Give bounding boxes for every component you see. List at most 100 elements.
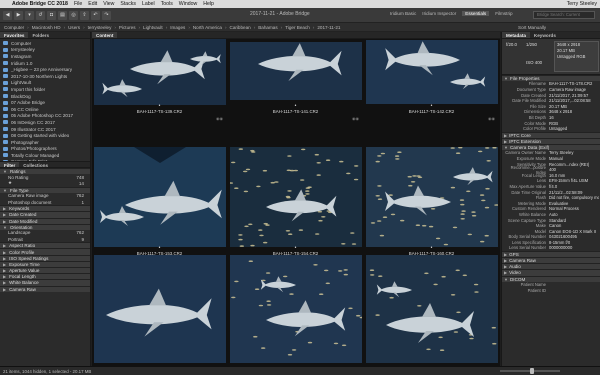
disclosure-triangle-icon[interactable]: ▶ <box>504 133 507 138</box>
workspace-iridium-inspector[interactable]: Iridium Inspector <box>422 11 456 16</box>
disclosure-triangle-icon[interactable]: ▶ <box>3 280 6 285</box>
breadcrumb-item[interactable]: Bahamas <box>258 25 277 30</box>
rotate-left-icon[interactable]: ↶ <box>91 10 100 20</box>
breadcrumb-item[interactable]: Images <box>170 25 185 30</box>
thumbnail-cell[interactable]: • BAH-1117-TS-139.CR2 ◉◉ <box>92 39 227 145</box>
metadata-value[interactable]: 21/11/2...02:58:09 <box>549 190 599 195</box>
favorite-item[interactable]: 2017-10-30 Northern Lights <box>0 73 90 80</box>
disclosure-triangle-icon[interactable]: ▶ <box>3 262 6 267</box>
thumbnail-cell[interactable] <box>228 255 363 363</box>
thumbnail-image[interactable] <box>230 42 362 100</box>
menu-file[interactable]: File <box>74 1 82 7</box>
thumbnail-cell[interactable] <box>364 255 499 363</box>
thumbnail-image[interactable] <box>366 255 498 363</box>
metadata-value[interactable]: Untagged <box>549 126 599 131</box>
menu-help[interactable]: Help <box>203 1 214 7</box>
tab-keywords[interactable]: Keywords <box>530 32 560 38</box>
breadcrumb-item[interactable]: 2017-11-21 <box>317 25 340 30</box>
disclosure-triangle-icon[interactable]: ▶ <box>504 258 507 263</box>
menu-tools[interactable]: Tools <box>161 1 173 7</box>
workspace-filmstrip[interactable]: Filmstrip <box>495 11 512 16</box>
metadata-value[interactable]: 0000000000 <box>549 245 599 250</box>
thumbnail-cell[interactable]: • BAH-1117-TS-142.CR2 ◉◉ <box>364 39 499 145</box>
tab-folders[interactable]: Folders <box>28 32 53 38</box>
metadata-value[interactable]: f/4.0 <box>549 184 599 189</box>
disclosure-triangle-icon[interactable]: ▶ <box>3 243 6 248</box>
favorite-item[interactable]: Instagram <box>0 53 90 60</box>
thumbnail-image[interactable] <box>366 40 498 104</box>
disclosure-triangle-icon[interactable]: ▼ <box>3 225 7 230</box>
favorite-item[interactable]: _Higbee -- 23 pre Anniversary <box>0 66 90 73</box>
disclosure-triangle-icon[interactable]: ▼ <box>504 277 508 282</box>
thumbnail-image[interactable] <box>230 255 362 363</box>
favorite-item[interactable]: 07 Adobe Bridge <box>0 99 90 106</box>
disclosure-triangle-icon[interactable]: ▼ <box>504 145 508 150</box>
favorite-item[interactable]: Iridium 1.0 <box>0 60 90 67</box>
menu-view[interactable]: View <box>103 1 114 7</box>
metadata-value[interactable]: Recomm...ndex (REI) <box>549 162 599 167</box>
breadcrumb-item[interactable]: Users <box>68 25 80 30</box>
tab-content[interactable]: Content <box>92 32 118 38</box>
menu-window[interactable]: Window <box>179 1 197 7</box>
thumbnail-size-knob[interactable] <box>530 368 534 374</box>
disclosure-triangle-icon[interactable]: ▼ <box>3 169 7 174</box>
tab-metadata[interactable]: Metadata <box>502 32 530 38</box>
disclosure-triangle-icon[interactable]: ▶ <box>3 206 6 211</box>
boomerang-icon[interactable]: ↺ <box>36 10 45 20</box>
breadcrumb-item[interactable]: Macintosh HD <box>32 25 61 30</box>
tab-filter[interactable]: Filter <box>0 162 20 168</box>
sort-dropdown[interactable]: Sort Manually <box>518 25 546 30</box>
favorite-item[interactable]: 05 Adobe Photoshop CC 2017 <box>0 113 90 120</box>
disclosure-triangle-icon[interactable]: ▶ <box>3 287 6 292</box>
metadata-value[interactable]: 20.17 MB <box>549 104 599 109</box>
search-input[interactable]: Bridge Search: Current <box>533 11 595 19</box>
thumbnail-badges-icon[interactable]: ◉◉ <box>488 116 495 121</box>
thumbnail-badges-icon[interactable]: ◉◉ <box>352 116 359 121</box>
metadata-value[interactable]: 400 <box>549 167 599 172</box>
metadata-value[interactable]: 21/11/2017,...02:08:58 <box>549 98 599 103</box>
thumbnail-image[interactable] <box>94 255 226 363</box>
thumbnail-cell[interactable]: •BAH-1117-TS-154.CR2◉◉ <box>228 147 363 263</box>
disclosure-triangle-icon[interactable]: ▶ <box>504 264 507 269</box>
favorite-item[interactable]: Photographer <box>0 139 90 146</box>
disclosure-triangle-icon[interactable]: ▼ <box>504 76 508 81</box>
thumbnail-image[interactable] <box>94 39 226 105</box>
favorite-item[interactable]: Computer <box>0 40 90 47</box>
rotate-right-icon[interactable]: ↷ <box>102 10 111 20</box>
disclosure-triangle-icon[interactable]: ▶ <box>3 250 6 255</box>
favorite-item[interactable]: Totally Colour Managed <box>0 152 90 159</box>
metadata-value[interactable]: 16.0 mm <box>549 173 599 178</box>
menu-label[interactable]: Label <box>142 1 155 7</box>
metadata-value[interactable]: RGB <box>549 121 599 126</box>
metadata-value[interactable]: Evaluative <box>549 201 599 206</box>
favorite-item[interactable]: Import this folder <box>0 86 90 93</box>
breadcrumb-item[interactable]: Caribbean <box>230 25 251 30</box>
output-icon[interactable]: ⇧ <box>80 10 89 20</box>
breadcrumb-item[interactable]: Pictures <box>119 25 136 30</box>
metadata-value[interactable]: 8-15mm f/0 <box>549 240 599 245</box>
menu-edit[interactable]: Edit <box>88 1 97 7</box>
thumbnail-image[interactable] <box>230 147 362 247</box>
disclosure-triangle-icon[interactable]: ▶ <box>3 268 6 273</box>
disclosure-triangle-icon[interactable]: ▶ <box>3 256 6 261</box>
get-photos-camera-icon[interactable]: ◘ <box>47 10 56 20</box>
metadata-value[interactable]: 3648 x 2918 <box>549 109 599 114</box>
open-in-camera-raw-icon[interactable]: ◎ <box>69 10 78 20</box>
metadata-value[interactable]: Did not fire, compulsory mode <box>549 195 599 200</box>
forward-arrow-icon[interactable]: ▶ <box>14 10 23 20</box>
favorite-item[interactable]: LightVault <box>0 80 90 87</box>
metadata-value[interactable]: 16 <box>549 115 599 120</box>
refine-icon[interactable]: ▤ <box>58 10 67 20</box>
tab-favorites[interactable]: Favorites <box>0 32 29 38</box>
metadata-value[interactable]: 043021600495 <box>549 234 599 239</box>
favorite-item[interactable]: 06 InDesign CC 2017 <box>0 119 90 126</box>
disclosure-triangle-icon[interactable]: ▶ <box>3 274 6 279</box>
favorite-item[interactable]: 09 Illustrator CC 2017 <box>0 126 90 133</box>
metadata-value[interactable]: Normal Process <box>549 206 599 211</box>
disclosure-triangle-icon[interactable]: ▼ <box>3 188 7 193</box>
thumbnail-cell[interactable]: •BAH-1117-TS-160.CR2◉◉ <box>364 147 499 263</box>
metadata-value[interactable]: Standard <box>549 218 599 223</box>
back-arrow-icon[interactable]: ◀ <box>3 10 12 20</box>
thumbnail-image[interactable] <box>94 147 226 247</box>
tab-collections[interactable]: Collections <box>19 162 52 168</box>
